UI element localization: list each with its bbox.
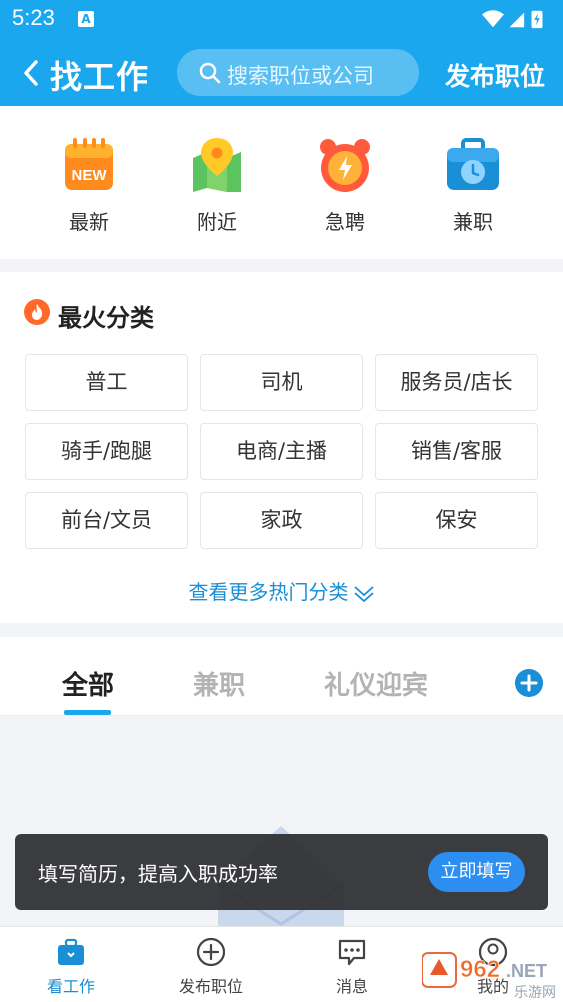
category-item[interactable]: 销售/客服 [375, 423, 538, 480]
fire-icon [24, 299, 50, 325]
search-placeholder: 搜索职位或公司 [227, 64, 374, 88]
search-input[interactable]: 搜索职位或公司 [177, 49, 419, 96]
briefcase-icon [58, 938, 84, 965]
tabbar-label: 看工作 [46, 977, 95, 996]
category-item[interactable]: 保安 [375, 492, 538, 549]
status-system-icons [482, 10, 543, 29]
hot-categories-panel: 最火分类 普工 司机 服务员/店长 骑手/跑腿 电商/主播 销售/客服 前台/文… [0, 272, 563, 623]
add-tab-icon[interactable] [515, 669, 543, 697]
category-item[interactable]: 家政 [200, 492, 363, 549]
more-categories-link[interactable]: 查看更多热门分类 [0, 576, 563, 605]
active-tab-indicator [64, 710, 111, 715]
tabbar-item-messages[interactable]: 消息 [302, 937, 402, 997]
page-title: 找工作 [50, 58, 150, 96]
tabbar-label: 发布职位 [178, 977, 243, 996]
watermark-digits: 962 [460, 956, 500, 983]
tab-all[interactable]: 全部 [62, 665, 114, 702]
svg-text:NEW: NEW [72, 167, 108, 184]
quick-entry-label: 急聘 [325, 210, 365, 234]
alarm-clock-icon [320, 139, 370, 192]
map-pin-icon [193, 138, 241, 192]
signal-icon [509, 12, 525, 28]
fill-resume-button[interactable]: 立即填写 [428, 852, 525, 892]
chat-bubble-icon [338, 939, 366, 966]
section-title: 最火分类 [58, 304, 154, 332]
plus-circle-icon [196, 937, 226, 967]
quick-entry-newest[interactable]: NEW 最新 [49, 136, 129, 235]
site-watermark-logo: 962 .NET 乐游网 [422, 952, 556, 999]
tabbar-label: 消息 [335, 977, 368, 996]
category-item[interactable]: 骑手/跑腿 [25, 423, 188, 480]
toast-message: 填写简历，提高入职成功率 [38, 862, 278, 886]
category-item[interactable]: 服务员/店长 [375, 354, 538, 411]
quick-entry-panel: NEW 最新 附近 急聘 兼职 [0, 106, 563, 259]
quick-entry-label: 最新 [69, 210, 109, 234]
quick-entry-nearby[interactable]: 附近 [177, 136, 257, 235]
search-icon [199, 62, 221, 84]
notification-icon: A [78, 11, 94, 27]
tabbar-item-jobs[interactable]: 看工作 [21, 937, 121, 997]
tab-etiquette[interactable]: 礼仪迎宾 [324, 665, 428, 702]
watermark-site: 乐游网 [514, 985, 556, 999]
quick-entry-parttime[interactable]: 兼职 [433, 136, 513, 235]
resume-toast: 填写简历，提高入职成功率 立即填写 [15, 834, 548, 910]
new-badge-icon: NEW [65, 138, 113, 190]
double-chevron-down-icon [353, 585, 374, 602]
back-icon[interactable] [18, 56, 46, 90]
job-filter-tabs: 全部 兼职 礼仪迎宾 [0, 637, 563, 716]
tab-scroll-fade [478, 637, 508, 715]
category-item[interactable]: 前台/文员 [25, 492, 188, 549]
category-item[interactable]: 司机 [200, 354, 363, 411]
tab-parttime[interactable]: 兼职 [193, 665, 245, 702]
quick-entry-label: 附近 [197, 210, 237, 234]
briefcase-clock-icon [447, 138, 499, 190]
wifi-icon [482, 10, 504, 28]
tabbar-item-publish[interactable]: 发布职位 [161, 937, 261, 997]
watermark-suffix: .NET [506, 961, 547, 981]
category-item[interactable]: 普工 [25, 354, 188, 411]
status-bar: 5:23 A [0, 0, 563, 40]
quick-entry-urgent[interactable]: 急聘 [305, 136, 385, 235]
nav-bar: 找工作 搜索职位或公司 发布职位 [0, 40, 563, 106]
status-time: 5:23 [12, 5, 55, 30]
quick-entry-label: 兼职 [453, 210, 493, 234]
publish-job-link[interactable]: 发布职位 [445, 57, 545, 93]
more-categories-label: 查看更多热门分类 [188, 580, 349, 604]
category-item[interactable]: 电商/主播 [200, 423, 363, 480]
